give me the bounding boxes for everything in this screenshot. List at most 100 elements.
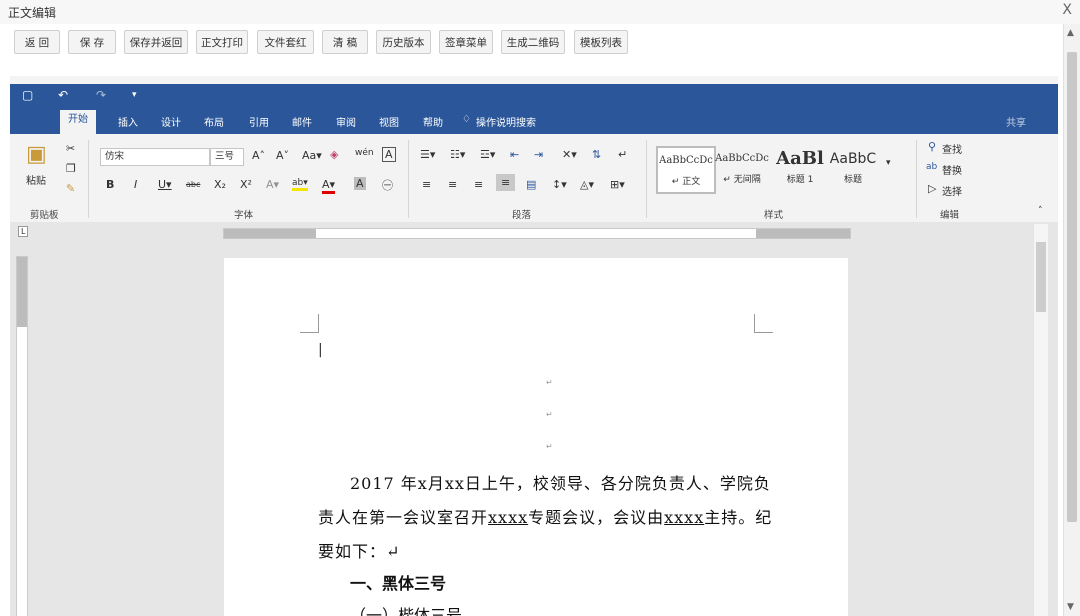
redo-icon[interactable]: ↷ <box>96 88 106 102</box>
tab-layout[interactable]: 布局 <box>204 114 224 129</box>
tab-home[interactable]: 开始 <box>60 110 96 134</box>
line-spacing-icon[interactable]: ↕▾ <box>552 178 567 191</box>
tab-mailings[interactable]: 邮件 <box>292 114 312 129</box>
group-separator <box>916 140 917 218</box>
horizontal-ruler[interactable] <box>223 228 851 239</box>
highlight-icon[interactable]: ab▾ <box>292 178 308 191</box>
select-icon[interactable]: ▷ <box>928 182 936 195</box>
window-title: 正文编辑 <box>8 6 57 20</box>
find-icon[interactable]: ⚲ <box>928 140 936 153</box>
word-topstrip <box>10 76 1058 84</box>
borders-icon[interactable]: ⊞▾ <box>610 178 625 191</box>
style-normal[interactable]: AaBbCcDc ↵ 正文 <box>656 146 716 194</box>
show-marks-icon[interactable]: ↵ <box>618 148 627 161</box>
tell-me-search[interactable]: 操作说明搜索 <box>476 114 536 129</box>
clean-draft-button[interactable]: 清 稿 <box>322 30 368 54</box>
heading-level-2: （一）楷体三号 <box>350 606 463 616</box>
find-button[interactable]: 查找 <box>942 141 962 156</box>
red-header-button[interactable]: 文件套红 <box>257 30 314 54</box>
signature-menu-button[interactable]: 签章菜单 <box>439 30 493 54</box>
numbering-icon[interactable]: ☷▾ <box>450 148 465 161</box>
change-case-icon[interactable]: Aa▾ <box>302 149 322 162</box>
body-paragraph-line: 责人在第一会议室召开xxxx专题会议，会议由xxxx主持。纪 <box>318 504 772 528</box>
bold-icon[interactable]: B <box>106 178 114 191</box>
font-size-box[interactable]: 三号 <box>210 148 244 166</box>
shading-icon[interactable]: ◬▾ <box>580 178 594 191</box>
save-and-back-button[interactable]: 保存并返回 <box>124 30 188 54</box>
style-heading-1[interactable]: AaBl 标题 1 <box>772 146 828 190</box>
grow-font-icon[interactable]: A˄ <box>252 149 265 162</box>
close-icon[interactable]: X <box>1062 2 1072 18</box>
italic-icon[interactable]: I <box>134 178 137 191</box>
document-page[interactable]: | ↵ ↵ ↵ 2017 年x月xx日上午，校领导、各分院负责人、学院负 责人在… <box>224 258 848 616</box>
underline-icon[interactable]: U▾ <box>158 178 172 191</box>
distributed-icon[interactable]: ▤ <box>526 178 536 191</box>
replace-button[interactable]: 替换 <box>942 162 962 177</box>
chinese-layout-icon[interactable]: ✕▾ <box>562 148 577 161</box>
body-paragraph-line: 2017 年x月xx日上午，校领导、各分院负责人、学院负 <box>350 474 771 493</box>
paste-label[interactable]: 粘贴 <box>26 172 46 187</box>
back-button[interactable]: 返 回 <box>14 30 60 54</box>
bullets-icon[interactable]: ☰▾ <box>420 148 435 161</box>
increase-indent-icon[interactable]: ⇥ <box>534 148 543 161</box>
collapse-ribbon-icon[interactable]: ˄ <box>1038 206 1043 216</box>
align-left-icon[interactable]: ≡ <box>422 178 431 191</box>
style-title[interactable]: AaBbC 标题 <box>826 146 880 190</box>
group-separator <box>88 140 89 218</box>
document-scroll-thumb[interactable] <box>1036 242 1046 312</box>
align-center-icon[interactable]: ≡ <box>448 178 457 191</box>
template-list-button[interactable]: 模板列表 <box>574 30 628 54</box>
char-border-icon[interactable]: A <box>382 147 396 162</box>
clear-format-icon[interactable]: ◈ <box>330 148 338 161</box>
font-color-icon[interactable]: A▾ <box>322 178 336 194</box>
shrink-font-icon[interactable]: A˅ <box>276 149 289 162</box>
page-scrollbar[interactable]: ▲ ▼ <box>1063 24 1080 616</box>
sort-icon[interactable]: ⇅ <box>592 148 601 161</box>
scroll-up-icon[interactable]: ▲ <box>1067 28 1074 38</box>
align-right-icon[interactable]: ≡ <box>474 178 483 191</box>
scroll-thumb[interactable] <box>1067 52 1077 522</box>
save-icon[interactable]: ▢ <box>22 88 33 102</box>
vertical-ruler[interactable] <box>16 256 28 616</box>
cut-icon[interactable]: ✂ <box>66 142 75 155</box>
tab-insert[interactable]: 插入 <box>118 114 138 129</box>
tab-references[interactable]: 引用 <box>249 114 269 129</box>
paragraph-mark: ↵ <box>546 378 553 387</box>
tab-view[interactable]: 视图 <box>379 114 399 129</box>
tab-stop-icon[interactable]: L <box>18 226 29 237</box>
print-button[interactable]: 正文打印 <box>196 30 248 54</box>
multilevel-list-icon[interactable]: ☲▾ <box>480 148 495 161</box>
phonetic-guide-icon[interactable]: wén <box>355 148 374 158</box>
subscript-icon[interactable]: X₂ <box>214 178 226 191</box>
body-paragraph-line: 要如下：↵ <box>318 542 401 561</box>
decrease-indent-icon[interactable]: ⇤ <box>510 148 519 161</box>
enclose-char-icon[interactable]: ㊀ <box>382 177 393 193</box>
tab-review[interactable]: 审阅 <box>336 114 356 129</box>
copy-icon[interactable]: ❐ <box>66 162 76 175</box>
document-scrollbar[interactable] <box>1034 224 1048 616</box>
superscript-icon[interactable]: X² <box>240 178 252 191</box>
text-effects-icon[interactable]: A▾ <box>266 178 279 191</box>
qrcode-button[interactable]: 生成二维码 <box>501 30 565 54</box>
customize-icon[interactable]: ▾ <box>132 90 137 100</box>
undo-icon[interactable]: ↶ <box>58 88 68 102</box>
history-button[interactable]: 历史版本 <box>376 30 431 54</box>
style-no-spacing[interactable]: AaBbCcDc ↵ 无间隔 <box>714 146 770 190</box>
styles-more-icon[interactable]: ▾ <box>886 158 891 168</box>
paste-icon[interactable]: ▣ <box>26 142 47 167</box>
share-button[interactable]: 共享 <box>1006 114 1026 129</box>
char-shading-icon[interactable]: A <box>354 177 366 190</box>
scroll-down-icon[interactable]: ▼ <box>1067 602 1074 612</box>
tab-design[interactable]: 设计 <box>161 114 181 129</box>
tab-help[interactable]: 帮助 <box>423 114 443 129</box>
strikethrough-icon[interactable]: abc <box>186 180 200 189</box>
text-cursor: | <box>318 342 323 358</box>
save-button[interactable]: 保 存 <box>68 30 116 54</box>
format-painter-icon[interactable]: ✎ <box>66 182 75 195</box>
font-name-box[interactable]: 仿宋 <box>100 148 210 166</box>
select-button[interactable]: 选择 <box>942 183 962 198</box>
justify-icon[interactable]: ≡ <box>496 174 516 191</box>
replace-icon[interactable]: ab <box>926 162 937 172</box>
underlined-text: xxxx <box>488 508 529 527</box>
underlined-text: xxxx <box>664 508 705 527</box>
